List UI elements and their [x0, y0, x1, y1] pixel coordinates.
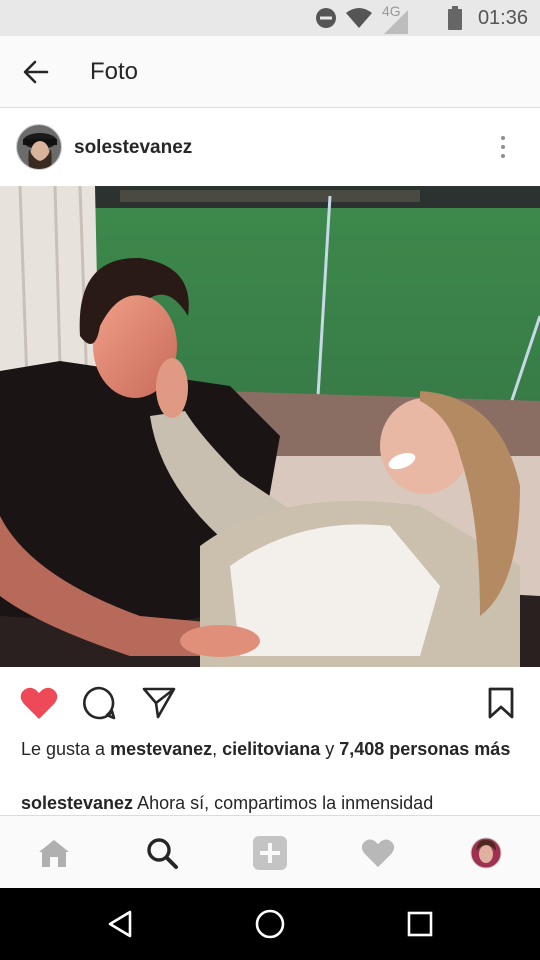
save-button[interactable]: [481, 683, 521, 723]
do-not-disturb-icon: [314, 0, 338, 36]
post-header: solestevanez: [0, 109, 540, 186]
home-circle-icon: [255, 909, 285, 939]
post-caption: solestevanez Ahora sí, compartimos la in…: [21, 791, 531, 816]
back-triangle-icon: [108, 910, 132, 938]
likes-count-link[interactable]: 7,408 personas más: [339, 739, 510, 759]
comment-button[interactable]: [79, 683, 119, 723]
likes-separator: y: [320, 739, 340, 759]
bottom-nav: [0, 815, 540, 888]
network-type-label: 4G: [382, 3, 401, 19]
post-photo[interactable]: [0, 186, 540, 667]
activity-heart-icon: [361, 839, 395, 868]
add-icon: [253, 836, 287, 870]
nav-profile[interactable]: [466, 833, 506, 873]
wifi-icon: [345, 0, 373, 36]
mobile-data-indicator: 4G: [380, 0, 410, 36]
liker-link-1[interactable]: mestevanez: [110, 739, 212, 759]
liker-link-2[interactable]: cielitoviana: [222, 739, 320, 759]
back-button[interactable]: [14, 50, 58, 94]
post-actions: [0, 667, 540, 737]
recents-square-icon: [407, 911, 433, 937]
nav-add[interactable]: [250, 833, 290, 873]
home-icon: [39, 840, 69, 867]
search-icon: [147, 838, 178, 869]
heart-filled-icon: [20, 687, 58, 719]
caption-text: Ahora sí, compartimos la inmensidad: [133, 793, 434, 813]
post-username[interactable]: solestevanez: [74, 109, 192, 186]
system-recents-button[interactable]: [398, 902, 442, 946]
battery-icon: [448, 0, 462, 36]
app-bar: Foto: [0, 36, 540, 108]
send-icon: [142, 687, 176, 719]
status-time: 01:36: [477, 7, 528, 29]
photo-image: [0, 186, 540, 667]
more-dot: [501, 154, 505, 158]
arrow-left-icon: [23, 60, 49, 84]
system-navigation-bar: [0, 888, 540, 960]
bookmark-icon: [488, 687, 514, 719]
caption-username[interactable]: solestevanez: [21, 793, 133, 813]
nav-home[interactable]: [34, 833, 74, 873]
more-dot: [501, 145, 505, 149]
more-options-button[interactable]: [488, 132, 518, 162]
nav-activity[interactable]: [358, 833, 398, 873]
likes-separator: ,: [212, 739, 223, 759]
likes-prefix: Le gusta a: [21, 739, 111, 759]
share-button[interactable]: [139, 683, 179, 723]
system-home-button[interactable]: [248, 902, 292, 946]
page-title: Foto: [90, 58, 139, 85]
likes-summary: Le gusta a mestevanez, cielitoviana y 7,…: [21, 737, 526, 762]
like-button[interactable]: [19, 683, 59, 723]
nav-search[interactable]: [142, 833, 182, 873]
system-back-button[interactable]: [98, 902, 142, 946]
more-vertical-icon: [501, 136, 505, 140]
profile-avatar: [470, 837, 502, 869]
status-bar: 4G 01:36: [0, 0, 540, 36]
user-avatar[interactable]: [16, 124, 62, 170]
comment-icon: [83, 686, 116, 720]
